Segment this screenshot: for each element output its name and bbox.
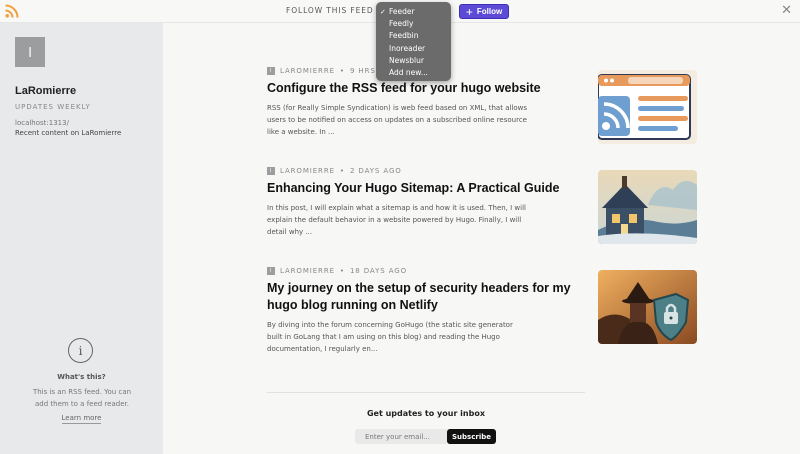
follow-button[interactable]: + Follow xyxy=(459,4,509,19)
site-subtitle: UPDATES WEEKLY xyxy=(15,103,91,111)
post-excerpt: RSS (for Really Simple Syndication) is w… xyxy=(267,104,528,136)
post-time: 2 DAYS AGO xyxy=(349,167,402,175)
post-item: l LAROMIERRE • 18 DAYS AGO My journey on… xyxy=(267,267,697,353)
learn-more-link[interactable]: Learn more xyxy=(0,414,163,424)
post-author: LAROMIERRE xyxy=(280,267,335,275)
site-title: LaRomierre xyxy=(15,85,77,97)
newsletter-title: Get updates to your inbox xyxy=(366,409,485,418)
reader-dropdown-menu: Feeder Feedly Feedbin Inoreader Newsblur… xyxy=(376,2,451,81)
sidebar: l LaRomierre UPDATES WEEKLY localhost:13… xyxy=(0,23,163,454)
follow-button-label: Follow xyxy=(476,7,503,16)
whats-this-heading: What's this? xyxy=(57,373,106,381)
post-item: l LAROMIERRE • 2 DAYS AGO Enhancing Your… xyxy=(267,167,697,247)
author-avatar: l xyxy=(267,267,275,275)
author-avatar: l xyxy=(267,67,275,75)
post-time: 18 DAYS AGO xyxy=(349,267,408,275)
reader-option-newsblur[interactable]: Newsblur xyxy=(376,55,451,67)
site-url[interactable]: localhost:1313/ xyxy=(15,119,69,127)
post-excerpt: In this post, I will explain what a site… xyxy=(267,204,526,236)
avatar: l xyxy=(15,37,45,67)
knight-shield-illustration-icon[interactable] xyxy=(598,270,697,344)
rss-logo-icon xyxy=(5,4,19,18)
house-illustration-icon[interactable] xyxy=(598,170,697,244)
post-meta: l LAROMIERRE • 18 DAYS AGO xyxy=(267,267,407,275)
post-excerpt: By diving into the forum concerning GoHu… xyxy=(267,321,513,353)
site-description: Recent content on LaRomierre xyxy=(15,129,122,137)
meta-separator: • xyxy=(339,267,345,275)
whats-this-description: This is an RSS feed. You can add them to… xyxy=(32,388,132,408)
email-field[interactable] xyxy=(355,429,447,444)
divider xyxy=(267,392,585,393)
post-meta: l LAROMIERRE • 2 DAYS AGO xyxy=(267,167,402,175)
reader-option-feedbin[interactable]: Feedbin xyxy=(376,30,451,42)
subscribe-button[interactable]: Subscribe xyxy=(447,429,496,444)
post-title[interactable]: Enhancing Your Hugo Sitemap: A Practical… xyxy=(267,180,585,197)
meta-separator: • xyxy=(339,167,345,175)
close-icon[interactable]: ✕ xyxy=(781,4,792,17)
rss-illustration-icon[interactable] xyxy=(598,70,697,144)
post-title[interactable]: Configure the RSS feed for your hugo web… xyxy=(267,80,585,97)
post-title[interactable]: My journey on the setup of security head… xyxy=(267,280,585,314)
post-item: l LAROMIERRE • 9 HRS AGO Configure the R… xyxy=(267,67,697,147)
reader-option-inoreader[interactable]: Inoreader xyxy=(376,43,451,55)
post-author: LAROMIERRE xyxy=(280,67,335,75)
plus-icon: + xyxy=(465,4,473,19)
reader-option-add-new[interactable]: Add new... xyxy=(376,67,451,79)
reader-option-feedly[interactable]: Feedly xyxy=(376,18,451,30)
reader-option-feeder[interactable]: Feeder xyxy=(376,6,451,18)
author-avatar: l xyxy=(267,167,275,175)
post-author: LAROMIERRE xyxy=(280,167,335,175)
info-icon: i xyxy=(68,338,93,363)
meta-separator: • xyxy=(339,67,345,75)
learn-more-label[interactable]: Learn more xyxy=(61,414,102,424)
